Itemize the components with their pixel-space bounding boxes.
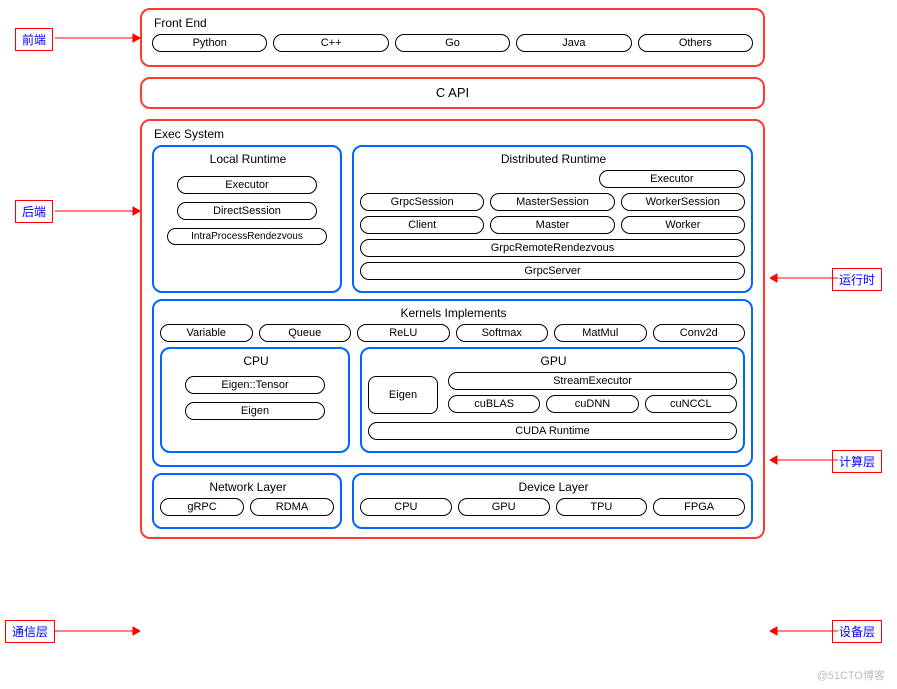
capi-label: C API	[436, 85, 469, 100]
pill-dist-executor: Executor	[599, 170, 745, 188]
frontend-title: Front End	[152, 16, 753, 30]
arrow-backend	[55, 203, 140, 223]
capi-box: C API	[140, 77, 765, 109]
exec-system-box: Exec System Local Runtime Executor Direc…	[140, 119, 765, 539]
pill-grpcsession: GrpcSession	[360, 193, 484, 211]
pill-conv2d: Conv2d	[653, 324, 746, 342]
arrow-compute	[770, 452, 845, 472]
cpu-box: CPU Eigen::Tensor Eigen	[160, 347, 350, 453]
pill-go: Go	[395, 34, 510, 52]
pill-cpp: C++	[273, 34, 388, 52]
pill-dev-fpga: FPGA	[653, 498, 745, 516]
pill-worker: Worker	[621, 216, 745, 234]
pill-matmul: MatMul	[554, 324, 647, 342]
pill-rdma: RDMA	[250, 498, 334, 516]
pill-streamexecutor: StreamExecutor	[448, 372, 737, 390]
pill-client: Client	[360, 216, 484, 234]
arrow-runtime	[770, 270, 845, 290]
pill-others: Others	[638, 34, 753, 52]
arrow-frontend	[55, 30, 140, 50]
tag-comm: 通信层	[5, 620, 55, 643]
local-runtime-box: Local Runtime Executor DirectSession Int…	[152, 145, 342, 293]
kernels-title: Kernels Implements	[160, 306, 745, 320]
gpu-box: GPU Eigen StreamExecutor cuBLAS cuDNN cu…	[360, 347, 745, 453]
pill-grpcremote: GrpcRemoteRendezvous	[360, 239, 745, 257]
net-title: Network Layer	[160, 480, 334, 494]
pill-dev-cpu: CPU	[360, 498, 452, 516]
dist-title: Distributed Runtime	[360, 152, 745, 166]
pill-mastersession: MasterSession	[490, 193, 614, 211]
local-title: Local Runtime	[160, 152, 334, 166]
pill-softmax: Softmax	[456, 324, 549, 342]
pill-cudnn: cuDNN	[546, 395, 638, 413]
watermark: @51CTO博客	[817, 667, 885, 683]
tag-backend: 后端	[15, 200, 53, 223]
dev-title: Device Layer	[360, 480, 745, 494]
pill-directsession: DirectSession	[177, 202, 317, 220]
device-box: Device Layer CPU GPU TPU FPGA	[352, 473, 753, 529]
kernels-box: Kernels Implements Variable Queue ReLU S…	[152, 299, 753, 467]
pill-dev-gpu: GPU	[458, 498, 550, 516]
pill-eigentensor: Eigen::Tensor	[185, 376, 325, 394]
cpu-title: CPU	[168, 354, 342, 368]
exec-title: Exec System	[152, 127, 753, 141]
pill-python: Python	[152, 34, 267, 52]
pill-cublas: cuBLAS	[448, 395, 540, 413]
pill-master: Master	[490, 216, 614, 234]
pill-variable: Variable	[160, 324, 253, 342]
pill-queue: Queue	[259, 324, 352, 342]
gpu-title: GPU	[368, 354, 737, 368]
pill-grpc: gRPC	[160, 498, 244, 516]
dist-runtime-box: Distributed Runtime Executor GrpcSession…	[352, 145, 753, 293]
pill-local-executor: Executor	[177, 176, 317, 194]
pill-cunccl: cuNCCL	[645, 395, 737, 413]
network-box: Network Layer gRPC RDMA	[152, 473, 342, 529]
pill-gpu-eigen: Eigen	[368, 376, 438, 414]
pill-dev-tpu: TPU	[556, 498, 648, 516]
pill-intraprocess: IntraProcessRendezvous	[167, 228, 327, 245]
pill-java: Java	[516, 34, 631, 52]
frontend-box: Front End Python C++ Go Java Others	[140, 8, 765, 67]
pill-workersession: WorkerSession	[621, 193, 745, 211]
arrow-device	[770, 623, 845, 643]
pill-cpu-eigen: Eigen	[185, 402, 325, 420]
pill-cuda: CUDA Runtime	[368, 422, 737, 440]
arrow-comm	[55, 623, 140, 643]
tag-frontend: 前端	[15, 28, 53, 51]
pill-relu: ReLU	[357, 324, 450, 342]
pill-grpcserver: GrpcServer	[360, 262, 745, 280]
